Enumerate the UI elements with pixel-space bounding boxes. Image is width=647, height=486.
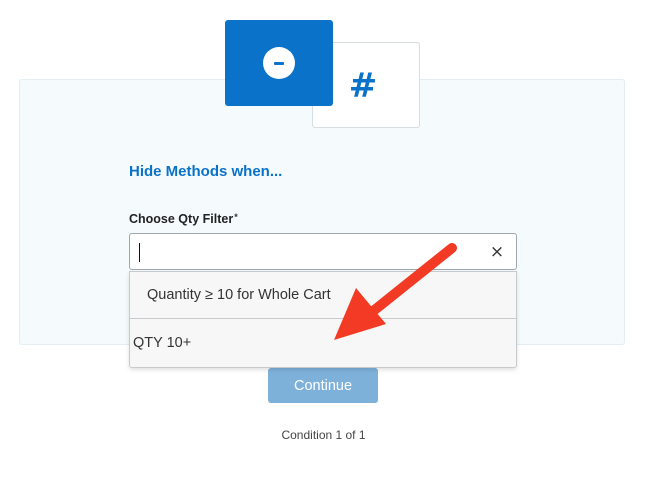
clear-icon[interactable]: × — [487, 241, 507, 263]
text-caret — [139, 243, 140, 262]
qty-filter-label-text: Choose Qty Filter — [129, 212, 234, 226]
condition-type-remove-card[interactable] — [225, 20, 333, 106]
minus-circle-icon — [263, 47, 295, 79]
dropdown-option-quantity-whole-cart[interactable]: Quantity ≥ 10 for Whole Cart — [130, 272, 516, 319]
required-marker: * — [234, 212, 238, 222]
qty-filter-label: Choose Qty Filter* — [129, 212, 238, 226]
qty-filter-search-input[interactable] — [138, 241, 478, 263]
dropdown-option-qty-10-plus[interactable]: QTY 10+ — [130, 320, 516, 367]
hash-icon: # — [348, 66, 378, 106]
qty-filter-dropdown: Quantity ≥ 10 for Whole Cart QTY 10+ — [129, 271, 517, 368]
page: # Hide Methods when... Choose Qty Filter… — [0, 0, 647, 486]
section-title: Hide Methods when... — [129, 163, 283, 180]
qty-filter-select[interactable]: × — [129, 233, 517, 270]
continue-button[interactable]: Continue — [268, 368, 378, 403]
condition-counter: Condition 1 of 1 — [281, 428, 366, 442]
